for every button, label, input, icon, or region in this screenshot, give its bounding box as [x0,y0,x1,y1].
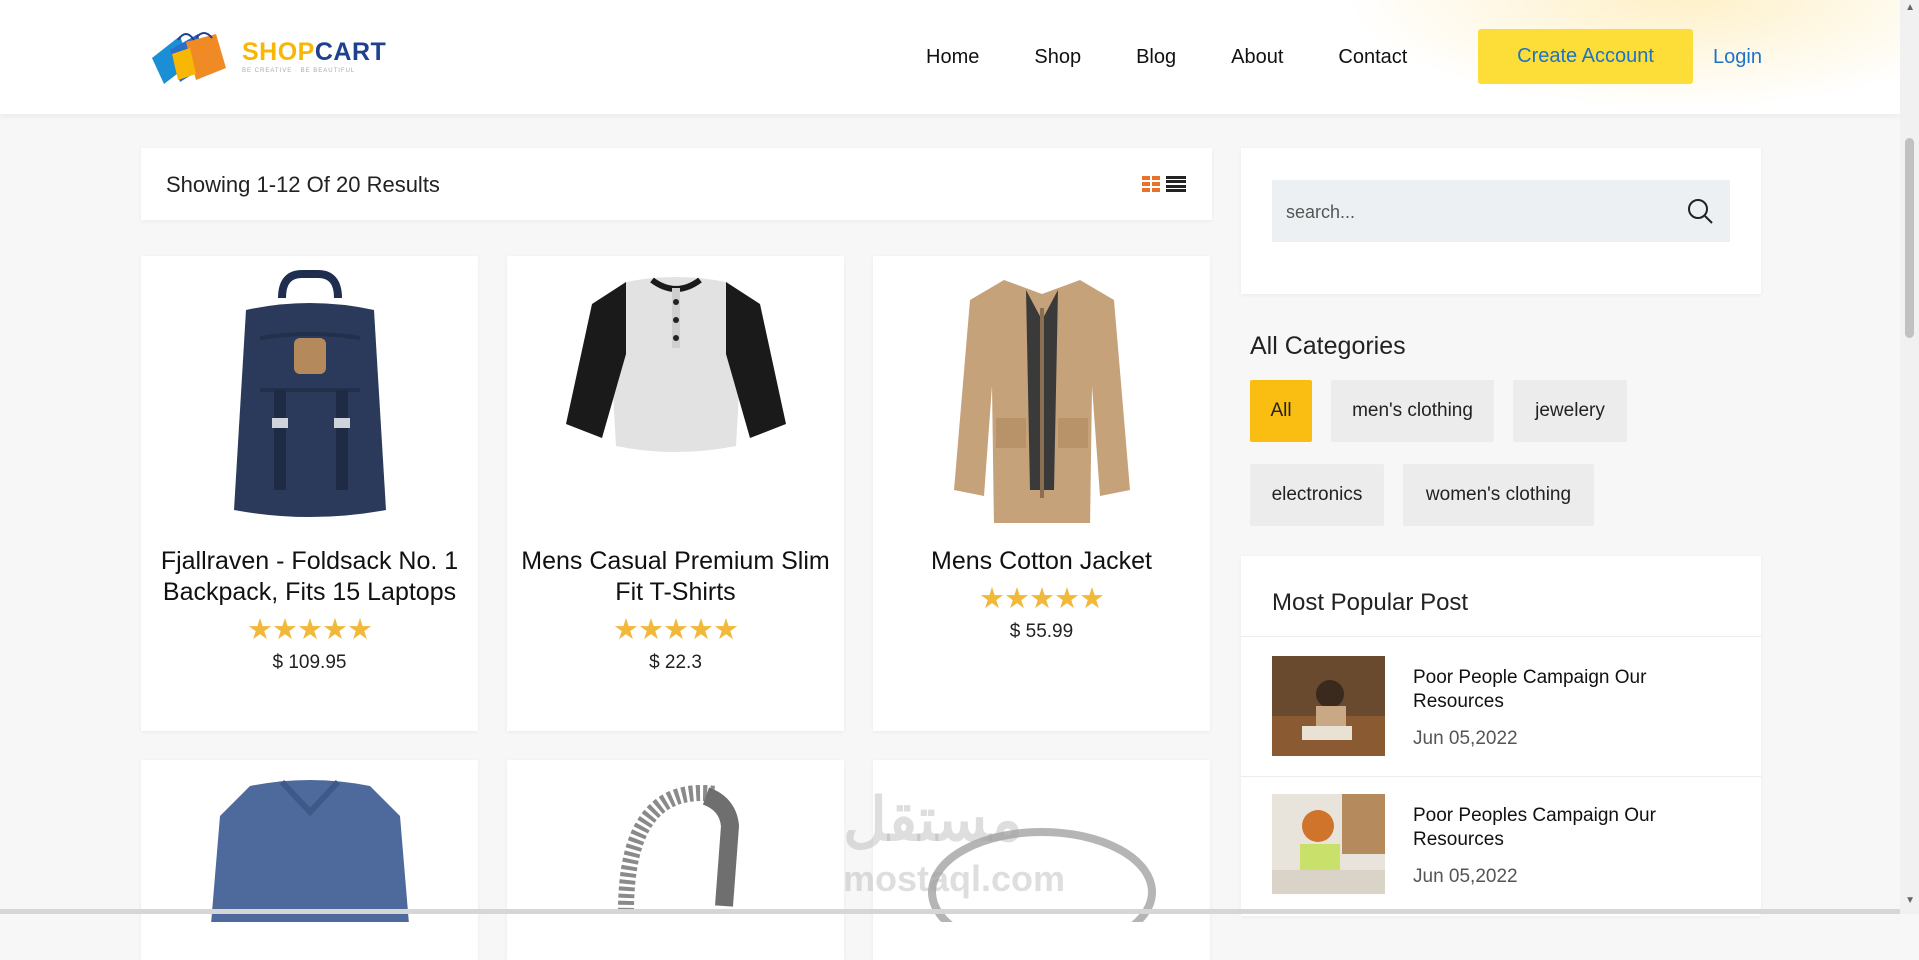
product-price: $ 22.3 [649,652,702,673]
categories-title: All Categories [1250,332,1406,360]
divider [1241,776,1761,777]
product-price: $ 109.95 [272,652,347,673]
product-price: $ 55.99 [1009,621,1074,642]
popular-posts-panel: Most Popular Post Poor People Campaign O… [1241,556,1761,916]
product-card[interactable]: Fjallraven - Foldsack No. 1 Backpack, Fi… [141,256,478,731]
category-electronics[interactable]: electronics [1250,464,1384,526]
post-date: Jun 05,2022 [1413,728,1518,749]
results-toolbar: Showing 1-12 Of 20 Results [141,148,1212,220]
nav-home[interactable]: Home [926,46,979,69]
grid-view-icon[interactable] [1142,176,1160,192]
post-date: Jun 05,2022 [1413,866,1518,887]
horizontal-scrollbar[interactable] [0,909,1900,914]
product-title[interactable]: Mens Casual Premium Slim Fit T-Shirts [517,546,834,608]
popular-post[interactable]: Poor People Campaign Our Resources Jun 0… [1272,656,1742,756]
search-panel [1241,148,1761,294]
product-card[interactable]: Mens Cotton Jacket ★★★★★ $ 55.99 [873,256,1210,731]
nav-about[interactable]: About [1231,46,1283,69]
popular-post[interactable]: Poor Peoples Campaign Our Resources Jun … [1272,794,1742,894]
backpack-image [233,270,386,517]
rating-stars-icon: ★★★★★ [247,614,373,646]
logo-cart: CART [314,38,387,66]
create-account-button[interactable]: Create Account [1478,29,1693,84]
product-title[interactable]: Fjallraven - Foldsack No. 1 Backpack, Fi… [151,546,468,608]
post-thumbnail-image [1272,794,1385,894]
list-view-icon[interactable] [1166,176,1186,192]
category-mens-clothing[interactable]: men's clothing [1331,380,1494,442]
logo-shop: SHOP [242,38,315,66]
divider [1241,636,1761,637]
product-card[interactable] [141,760,478,960]
search-box [1272,180,1730,244]
raglan-tshirt-image [565,277,786,452]
product-title[interactable]: Mens Cotton Jacket [883,546,1200,577]
login-link[interactable]: Login [1713,46,1762,69]
logo-wordmark: SHOPCART [242,40,386,65]
main-nav: Home Shop Blog About Contact [926,46,1462,69]
nav-contact[interactable]: Contact [1338,46,1407,69]
dragon-bracelet-image [617,785,739,913]
results-count: Showing 1-12 Of 20 Results [166,172,440,197]
vertical-scrollbar[interactable]: ▲ ▼ [1900,0,1919,914]
category-jewelery[interactable]: jewelery [1513,380,1627,442]
sweater-image [210,779,409,922]
nav-blog[interactable]: Blog [1136,46,1176,69]
search-icon[interactable] [1686,197,1714,225]
logo-tagline: BE CREATIVE · BE BEAUTIFUL [242,68,356,74]
product-card[interactable]: Mens Casual Premium Slim Fit T-Shirts ★★… [507,256,844,731]
logo[interactable]: SHOPCART BE CREATIVE · BE BEAUTIFUL [146,28,386,86]
scrollbar-thumb[interactable] [1905,138,1914,338]
watermark-arabic: مستقل [843,786,1023,853]
site-header: SHOPCART BE CREATIVE · BE BEAUTIFUL Home… [0,0,1900,114]
product-card[interactable] [507,760,844,960]
nav-shop[interactable]: Shop [1034,46,1081,69]
post-thumbnail-image [1272,656,1385,756]
watermark-latin: mostaql.com [843,858,1066,899]
category-womens-clothing[interactable]: women's clothing [1403,464,1594,526]
scroll-down-arrow-icon[interactable]: ▼ [1905,895,1915,906]
category-all[interactable]: All [1250,380,1312,442]
search-input[interactable] [1284,180,1668,244]
post-title[interactable]: Poor People Campaign Our Resources [1413,666,1713,714]
post-title[interactable]: Poor Peoples Campaign Our Resources [1413,804,1713,852]
shopping-bags-logo-icon [152,32,226,84]
jacket-image [953,280,1130,523]
popular-posts-title: Most Popular Post [1272,589,1469,616]
scroll-up-arrow-icon[interactable]: ▲ [1905,2,1915,13]
rating-stars-icon: ★★★★★ [979,583,1105,615]
rating-stars-icon: ★★★★★ [613,614,739,646]
